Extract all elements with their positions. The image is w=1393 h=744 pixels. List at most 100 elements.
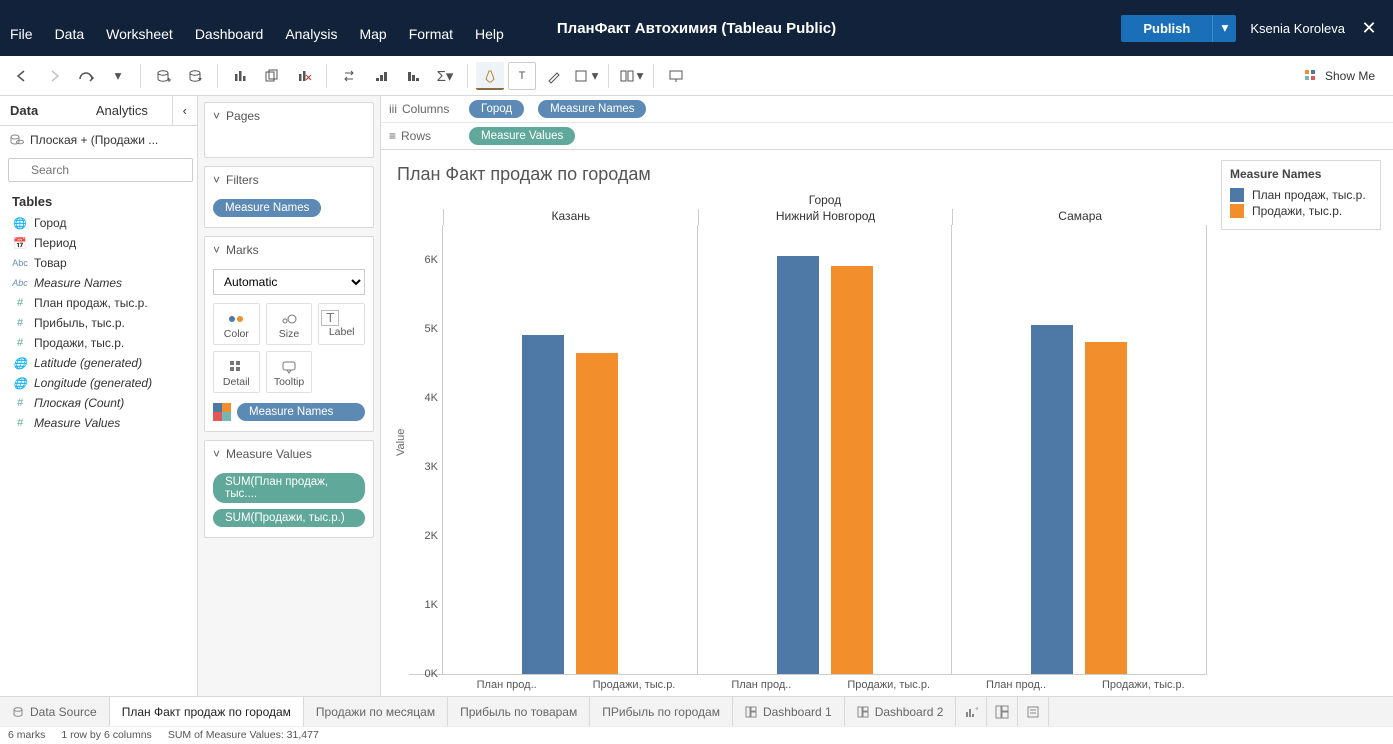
show-me-button[interactable]: Show Me <box>1303 68 1385 84</box>
field-latitude-(generated)[interactable]: 🌐Latitude (generated) <box>0 353 197 373</box>
marks-tooltip-button[interactable]: Tooltip <box>266 351 313 393</box>
field-план-продаж,-тыс.р.[interactable]: #План продаж, тыс.р. <box>0 293 197 313</box>
tables-header: Tables <box>0 186 197 213</box>
marks-detail-button[interactable]: Detail <box>213 351 260 393</box>
mv-pill-2[interactable]: SUM(Продажи, тыс.р.) <box>213 509 365 527</box>
mv-pill-1[interactable]: SUM(План продаж, тыс.... <box>213 473 365 503</box>
user-name[interactable]: Ksenia Koroleva <box>1250 21 1345 36</box>
sheet-tab[interactable]: Прибыль по товарам <box>448 697 590 726</box>
field-label: Measure Names <box>34 276 122 290</box>
menu-help[interactable]: Help <box>475 26 504 42</box>
sheet-tab-label: Dashboard 1 <box>763 705 832 719</box>
toolbar-dd-1[interactable]: ▾ <box>104 62 132 90</box>
redo-button[interactable] <box>40 62 68 90</box>
chart[interactable]: Город КазаньНижний НовгородСамара 0K1K2K… <box>409 193 1207 692</box>
data-source-item[interactable]: Плоская + (Продажи ... <box>0 126 197 154</box>
marks-card[interactable]: ˅Marks Automatic Color Size TLabel Detai… <box>204 236 374 432</box>
menu-analysis[interactable]: Analysis <box>285 26 337 42</box>
y-tick: 2K <box>425 530 438 542</box>
marks-color-button[interactable]: Color <box>213 303 260 345</box>
marks-label-button[interactable]: TLabel <box>318 303 365 345</box>
sort-asc-button[interactable] <box>367 62 395 90</box>
sheet-tab[interactable]: ПРибыль по городам <box>590 697 733 726</box>
show-cards-button[interactable]: ▾ <box>617 62 645 90</box>
bar-group <box>952 225 1207 674</box>
field-товар[interactable]: AbcТовар <box>0 253 197 273</box>
rows-shelf[interactable]: ≡Rows Measure Values <box>381 123 1393 149</box>
legend-item[interactable]: План продаж, тыс.р. <box>1230 187 1372 203</box>
field-город[interactable]: 🌐Город <box>0 213 197 233</box>
hash-icon: # <box>12 337 28 349</box>
measure-values-card[interactable]: ˅Measure Values SUM(План продаж, тыс....… <box>204 440 374 538</box>
tab-analytics[interactable]: Analytics <box>86 96 172 125</box>
undo-button[interactable] <box>8 62 36 90</box>
new-story-tab-button[interactable] <box>1018 697 1049 726</box>
totals-button[interactable]: Σ▾ <box>431 62 459 90</box>
pages-card[interactable]: ˅Pages <box>204 102 374 158</box>
field-продажи,-тыс.р.[interactable]: #Продажи, тыс.р. <box>0 333 197 353</box>
new-data-source-button[interactable] <box>149 62 177 90</box>
menu-format[interactable]: Format <box>409 26 453 42</box>
publish-button[interactable]: Publish <box>1121 15 1212 42</box>
field-прибыль,-тыс.р.[interactable]: #Прибыль, тыс.р. <box>0 313 197 333</box>
columns-pill-city[interactable]: Город <box>469 100 524 118</box>
sheet-tab[interactable]: Продажи по месяцам <box>304 697 448 726</box>
y-tick: 3K <box>425 461 438 473</box>
bar[interactable] <box>777 256 819 674</box>
bar[interactable] <box>1031 325 1073 674</box>
field-measure-names[interactable]: AbcMeasure Names <box>0 273 197 293</box>
presentation-button[interactable] <box>662 62 690 90</box>
color-legend[interactable]: Measure Names План продаж, тыс.р.Продажи… <box>1221 160 1381 230</box>
sheet-tab[interactable]: Dashboard 2 <box>845 697 957 726</box>
format-button[interactable] <box>540 62 568 90</box>
rows-pill-measure-values[interactable]: Measure Values <box>469 127 575 145</box>
duplicate-button[interactable] <box>258 62 286 90</box>
filter-pill-measure-names[interactable]: Measure Names <box>213 199 321 217</box>
publish-dropdown[interactable]: ▾ <box>1212 15 1236 42</box>
marks-type-select[interactable]: Automatic <box>213 269 365 295</box>
new-worksheet-tab-button[interactable]: + <box>956 697 987 726</box>
menu-map[interactable]: Map <box>359 26 386 42</box>
x-axis-label: План прод.. <box>698 675 825 692</box>
menu-worksheet[interactable]: Worksheet <box>106 26 173 42</box>
bar[interactable] <box>576 353 618 674</box>
field-период[interactable]: 📅Период <box>0 233 197 253</box>
new-dashboard-tab-button[interactable] <box>987 697 1018 726</box>
columns-shelf[interactable]: iiiColumns Город Measure Names <box>381 96 1393 123</box>
marks-color-pill[interactable]: Measure Names <box>237 403 365 421</box>
viz-title[interactable]: План Факт продаж по городам <box>393 160 1207 193</box>
field-longitude-(generated)[interactable]: 🌐Longitude (generated) <box>0 373 197 393</box>
fit-dropdown[interactable]: ▾ <box>572 62 600 90</box>
legend-item[interactable]: Продажи, тыс.р. <box>1230 203 1372 219</box>
sheet-tab[interactable]: Dashboard 1 <box>733 697 845 726</box>
new-worksheet-button[interactable] <box>226 62 254 90</box>
search-input[interactable] <box>8 158 193 182</box>
collapse-panel-button[interactable]: ‹ <box>172 96 197 125</box>
menu-file[interactable]: File <box>10 26 33 42</box>
tab-data-source[interactable]: Data Source <box>0 697 110 726</box>
label-toggle-button[interactable]: T <box>508 62 536 90</box>
y-tick: 0K <box>425 668 438 680</box>
close-icon[interactable]: ✕ <box>1359 18 1379 39</box>
sheet-tab-label: План Факт продаж по городам <box>122 705 291 719</box>
bar[interactable] <box>831 266 873 673</box>
menu-dashboard[interactable]: Dashboard <box>195 26 264 42</box>
sort-desc-button[interactable] <box>399 62 427 90</box>
field-measure-values[interactable]: #Measure Values <box>0 413 197 433</box>
sheet-tab[interactable]: План Факт продаж по городам <box>110 697 304 726</box>
menu-data[interactable]: Data <box>55 26 85 42</box>
columns-pill-measure-names[interactable]: Measure Names <box>538 100 646 118</box>
clear-button[interactable] <box>290 62 318 90</box>
field-плоская-(count)[interactable]: #Плоская (Count) <box>0 393 197 413</box>
save-button[interactable] <box>72 62 100 90</box>
filters-card[interactable]: ˅Filters Measure Names <box>204 166 374 228</box>
pause-updates-button[interactable] <box>181 62 209 90</box>
tab-data[interactable]: Data <box>0 96 86 125</box>
marks-size-button[interactable]: Size <box>266 303 313 345</box>
swap-button[interactable] <box>335 62 363 90</box>
legend-title: Measure Names <box>1230 167 1372 187</box>
bar[interactable] <box>522 335 564 673</box>
highlight-button[interactable] <box>476 62 504 90</box>
bar[interactable] <box>1085 342 1127 673</box>
datasource-icon <box>12 706 24 718</box>
